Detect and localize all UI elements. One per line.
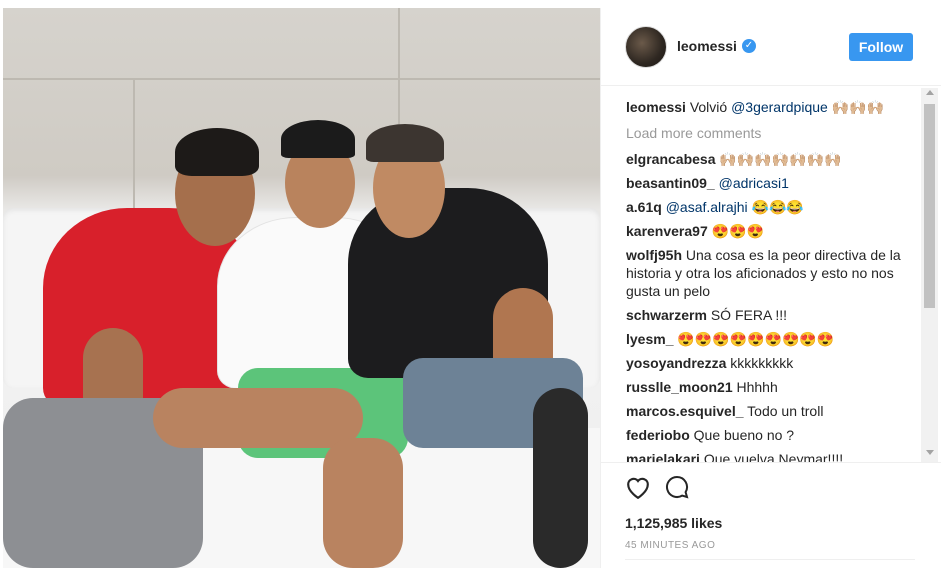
wall-tile-line [133, 78, 135, 208]
comment-username[interactable]: federiobo [626, 427, 690, 443]
scroll-up-arrow-icon[interactable] [926, 90, 934, 95]
follow-button[interactable]: Follow [849, 33, 913, 61]
comment-text: kkkkkkkkk [730, 355, 794, 371]
heart-icon[interactable] [625, 475, 651, 499]
wall-tile-line [3, 78, 600, 80]
comment: a.61q @asaf.alrajhi 😂😂😂 [626, 198, 901, 216]
post-photo[interactable] [3, 8, 600, 568]
comment-username[interactable]: beasantin09_ [626, 175, 715, 191]
likes-count[interactable]: 1,125,985 likes [625, 515, 722, 531]
comment-text: 🙌🏼🙌🏼🙌🏼🙌🏼🙌🏼🙌🏼🙌🏼 [719, 151, 842, 167]
cap [281, 120, 355, 158]
comment-text: 😍😍😍 [711, 223, 764, 239]
scroll-down-arrow-icon[interactable] [926, 450, 934, 455]
comment: lyesm_ 😍😍😍😍😍😍😍😍😍 [626, 330, 901, 348]
comment-username[interactable]: schwarzerm [626, 307, 707, 323]
comment-text: Volvió [689, 99, 732, 115]
comment-icon[interactable] [665, 475, 689, 499]
comment-text: Hhhhh [736, 379, 778, 395]
comment-username[interactable]: a.61q [626, 199, 662, 215]
header-username[interactable]: leomessi [677, 38, 737, 54]
comment: beasantin09_ @adricasi1 [626, 174, 901, 192]
leg [153, 388, 363, 448]
comment: elgrancabesa 🙌🏼🙌🏼🙌🏼🙌🏼🙌🏼🙌🏼🙌🏼 [626, 150, 901, 168]
comment-mention[interactable]: @adricasi1 [719, 175, 789, 191]
comment: schwarzerm SÓ FERA !!! [626, 306, 901, 324]
comment-text: Todo un troll [747, 403, 824, 419]
comment: wolfj95h Una cosa es la peor directiva d… [626, 246, 901, 300]
comment: yosoyandrezza kkkkkkkkk [626, 354, 901, 372]
comment: karenvera97 😍😍😍 [626, 222, 901, 240]
comment-username[interactable]: elgrancabesa [626, 151, 716, 167]
comment-text: Que bueno no ? [693, 427, 795, 443]
hair [175, 128, 259, 176]
post-header: leomessi ✓ Follow [601, 8, 941, 86]
verified-badge-icon: ✓ [742, 39, 756, 53]
comment-text: 🙌🏼🙌🏼🙌🏼 [827, 99, 884, 115]
comment-username[interactable]: yosoyandrezza [626, 355, 726, 371]
comment-username[interactable]: marcos.esquivel_ [626, 403, 744, 419]
comment-text: SÓ FERA !!! [710, 307, 788, 323]
comments-list: leomessi Volvió @3gerardpique 🙌🏼🙌🏼🙌🏼 Loa… [601, 86, 921, 462]
leg [323, 438, 403, 568]
comment-username[interactable]: wolfj95h [626, 247, 682, 263]
scrollbar-thumb[interactable] [924, 104, 935, 308]
instagram-post-modal: leomessi ✓ Follow leomessi Volvió @3gera… [0, 0, 951, 568]
comment-username[interactable]: marielakari [626, 451, 700, 462]
post-sidebar: leomessi ✓ Follow leomessi Volvió @3gera… [600, 8, 941, 568]
comment-username[interactable]: karenvera97 [626, 223, 708, 239]
comment-username[interactable]: lyesm_ [626, 331, 673, 347]
comment: marcos.esquivel_ Todo un troll [626, 402, 901, 420]
comment-mention[interactable]: @3gerardpique [731, 99, 828, 115]
comment-username[interactable]: russlle_moon21 [626, 379, 733, 395]
comment-text: Que vuelva Neymar!!!! [703, 451, 844, 462]
comment-mention[interactable]: @asaf.alrajhi [666, 199, 748, 215]
post-timestamp[interactable]: 45 MINUTES AGO [625, 540, 715, 551]
comment-username[interactable]: leomessi [626, 99, 686, 115]
caption: leomessi Volvió @3gerardpique 🙌🏼🙌🏼🙌🏼 [626, 98, 901, 116]
post-actions: 1,125,985 likes 45 MINUTES AGO [601, 462, 941, 568]
cap [366, 124, 444, 162]
avatar[interactable] [625, 26, 667, 68]
comment-text: 😂😂😂 [747, 199, 804, 215]
comment-text: 😍😍😍😍😍😍😍😍😍 [677, 331, 835, 347]
comment: federiobo Que bueno no ? [626, 426, 901, 444]
comment: marielakari Que vuelva Neymar!!!! [626, 450, 901, 462]
tattooed-leg [533, 388, 588, 568]
comment: russlle_moon21 Hhhhh [626, 378, 901, 396]
divider [625, 559, 915, 560]
load-more-comments[interactable]: Load more comments [626, 124, 901, 142]
